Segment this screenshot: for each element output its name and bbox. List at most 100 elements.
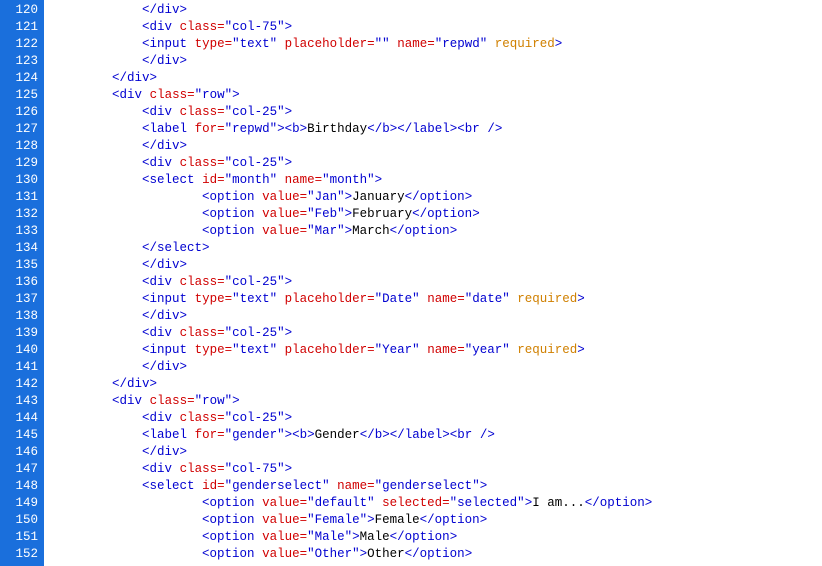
code-line[interactable]: <div class="col-75">: [52, 19, 822, 36]
code-token-attr: id: [202, 479, 217, 493]
line-number: 127: [10, 121, 38, 138]
code-token-str: "Feb": [307, 207, 345, 221]
line-number: 124: [10, 70, 38, 87]
code-line[interactable]: </div>: [52, 70, 822, 87]
code-line[interactable]: <option value="Female">Female</option>: [52, 512, 822, 529]
code-line[interactable]: <option value="Mar">March</option>: [52, 223, 822, 240]
code-token-str: "Year": [375, 343, 420, 357]
code-token-punct: <: [202, 547, 210, 561]
code-token-eq: =: [217, 275, 225, 289]
code-token-punct: </: [142, 309, 157, 323]
code-line[interactable]: <label for="gender"><b>Gender</b></label…: [52, 427, 822, 444]
code-token-tag: div: [150, 105, 173, 119]
code-token-punct: >: [367, 513, 375, 527]
code-token-text: [277, 37, 285, 51]
code-token-tag: br: [465, 122, 480, 136]
code-line[interactable]: </div>: [52, 444, 822, 461]
code-token-punct: >: [285, 20, 293, 34]
code-line[interactable]: </div>: [52, 359, 822, 376]
code-line[interactable]: <select id="genderselect" name="genderse…: [52, 478, 822, 495]
line-number: 122: [10, 36, 38, 53]
line-number: 151: [10, 529, 38, 546]
code-token-punct: <: [112, 88, 120, 102]
code-line[interactable]: </div>: [52, 308, 822, 325]
line-number: 141: [10, 359, 38, 376]
code-token-punct: >: [345, 224, 353, 238]
code-token-punct: <: [202, 513, 210, 527]
code-token-punct: <: [142, 173, 150, 187]
code-token-punct: >: [442, 428, 450, 442]
code-token-tag: select: [157, 241, 202, 255]
code-token-eq: =: [300, 547, 308, 561]
code-line[interactable]: </div>: [52, 257, 822, 274]
code-token-str: "Date": [375, 292, 420, 306]
code-token-attr: class: [150, 394, 188, 408]
code-token-tag: label: [405, 428, 443, 442]
code-line[interactable]: <select id="month" name="month">: [52, 172, 822, 189]
code-line[interactable]: <input type="text" placeholder="Date" na…: [52, 291, 822, 308]
code-line[interactable]: <option value="Male">Male</option>: [52, 529, 822, 546]
code-token-tag: div: [150, 20, 173, 34]
code-line[interactable]: <div class="col-25">: [52, 274, 822, 291]
code-line[interactable]: <div class="row">: [52, 393, 822, 410]
code-token-text: March: [352, 224, 390, 238]
code-token-punct: >: [465, 190, 473, 204]
code-line[interactable]: <input type="text" placeholder="" name="…: [52, 36, 822, 53]
code-token-text: I am...: [532, 496, 585, 510]
code-line[interactable]: </div>: [52, 376, 822, 393]
code-line[interactable]: <option value="Jan">January</option>: [52, 189, 822, 206]
code-line[interactable]: <div class="col-25">: [52, 104, 822, 121]
code-line[interactable]: </div>: [52, 2, 822, 19]
code-token-punct: </: [390, 428, 405, 442]
code-token-str: "col-25": [225, 411, 285, 425]
code-token-attr: class: [180, 411, 218, 425]
code-line[interactable]: </select>: [52, 240, 822, 257]
code-line[interactable]: <label for="repwd"><b>Birthday</b></labe…: [52, 121, 822, 138]
code-token-punct: >: [285, 156, 293, 170]
code-token-punct: <: [142, 428, 150, 442]
code-token-attr: name: [397, 37, 427, 51]
code-line[interactable]: <div class="col-75">: [52, 461, 822, 478]
code-token-text: [255, 190, 263, 204]
code-token-punct: >: [180, 54, 188, 68]
code-line[interactable]: <div class="col-25">: [52, 155, 822, 172]
line-number: 130: [10, 172, 38, 189]
code-line[interactable]: <option value="default" selected="select…: [52, 495, 822, 512]
code-token-tag: div: [157, 445, 180, 459]
code-line[interactable]: </div>: [52, 53, 822, 70]
code-token-str: "selected": [450, 496, 525, 510]
code-token-tag: b: [382, 122, 390, 136]
code-token-tag: label: [150, 428, 188, 442]
code-line[interactable]: <div class="col-25">: [52, 410, 822, 427]
code-token-attr: class: [180, 20, 218, 34]
line-number: 143: [10, 393, 38, 410]
code-token-tag: input: [150, 343, 188, 357]
code-token-punct: >: [285, 326, 293, 340]
code-line[interactable]: <option value="Other">Other</option>: [52, 546, 822, 563]
code-token-eq: =: [217, 20, 225, 34]
code-token-attr: type: [195, 292, 225, 306]
code-line[interactable]: <div class="row">: [52, 87, 822, 104]
code-line[interactable]: <input type="text" placeholder="Year" na…: [52, 342, 822, 359]
code-token-punct: >: [480, 479, 488, 493]
code-token-attr: value: [262, 530, 300, 544]
code-token-text: [195, 479, 203, 493]
code-token-punct: </: [142, 139, 157, 153]
line-number: 132: [10, 206, 38, 223]
code-line[interactable]: <div class="col-25">: [52, 325, 822, 342]
code-token-tag: label: [412, 122, 450, 136]
code-editor-content[interactable]: </div> <div class="col-75"> <input type=…: [44, 0, 822, 566]
code-token-eq: =: [217, 326, 225, 340]
code-token-text: [255, 547, 263, 561]
code-line[interactable]: </div>: [52, 138, 822, 155]
line-number: 131: [10, 189, 38, 206]
code-token-punct: </: [360, 428, 375, 442]
code-token-tag: label: [150, 122, 188, 136]
code-token-eq: =: [187, 88, 195, 102]
code-token-str: "col-75": [225, 462, 285, 476]
code-token-punct: >: [450, 530, 458, 544]
code-line[interactable]: <option value="Feb">February</option>: [52, 206, 822, 223]
code-token-punct: </: [390, 530, 405, 544]
code-token-tag: div: [150, 275, 173, 289]
code-token-text: [277, 173, 285, 187]
